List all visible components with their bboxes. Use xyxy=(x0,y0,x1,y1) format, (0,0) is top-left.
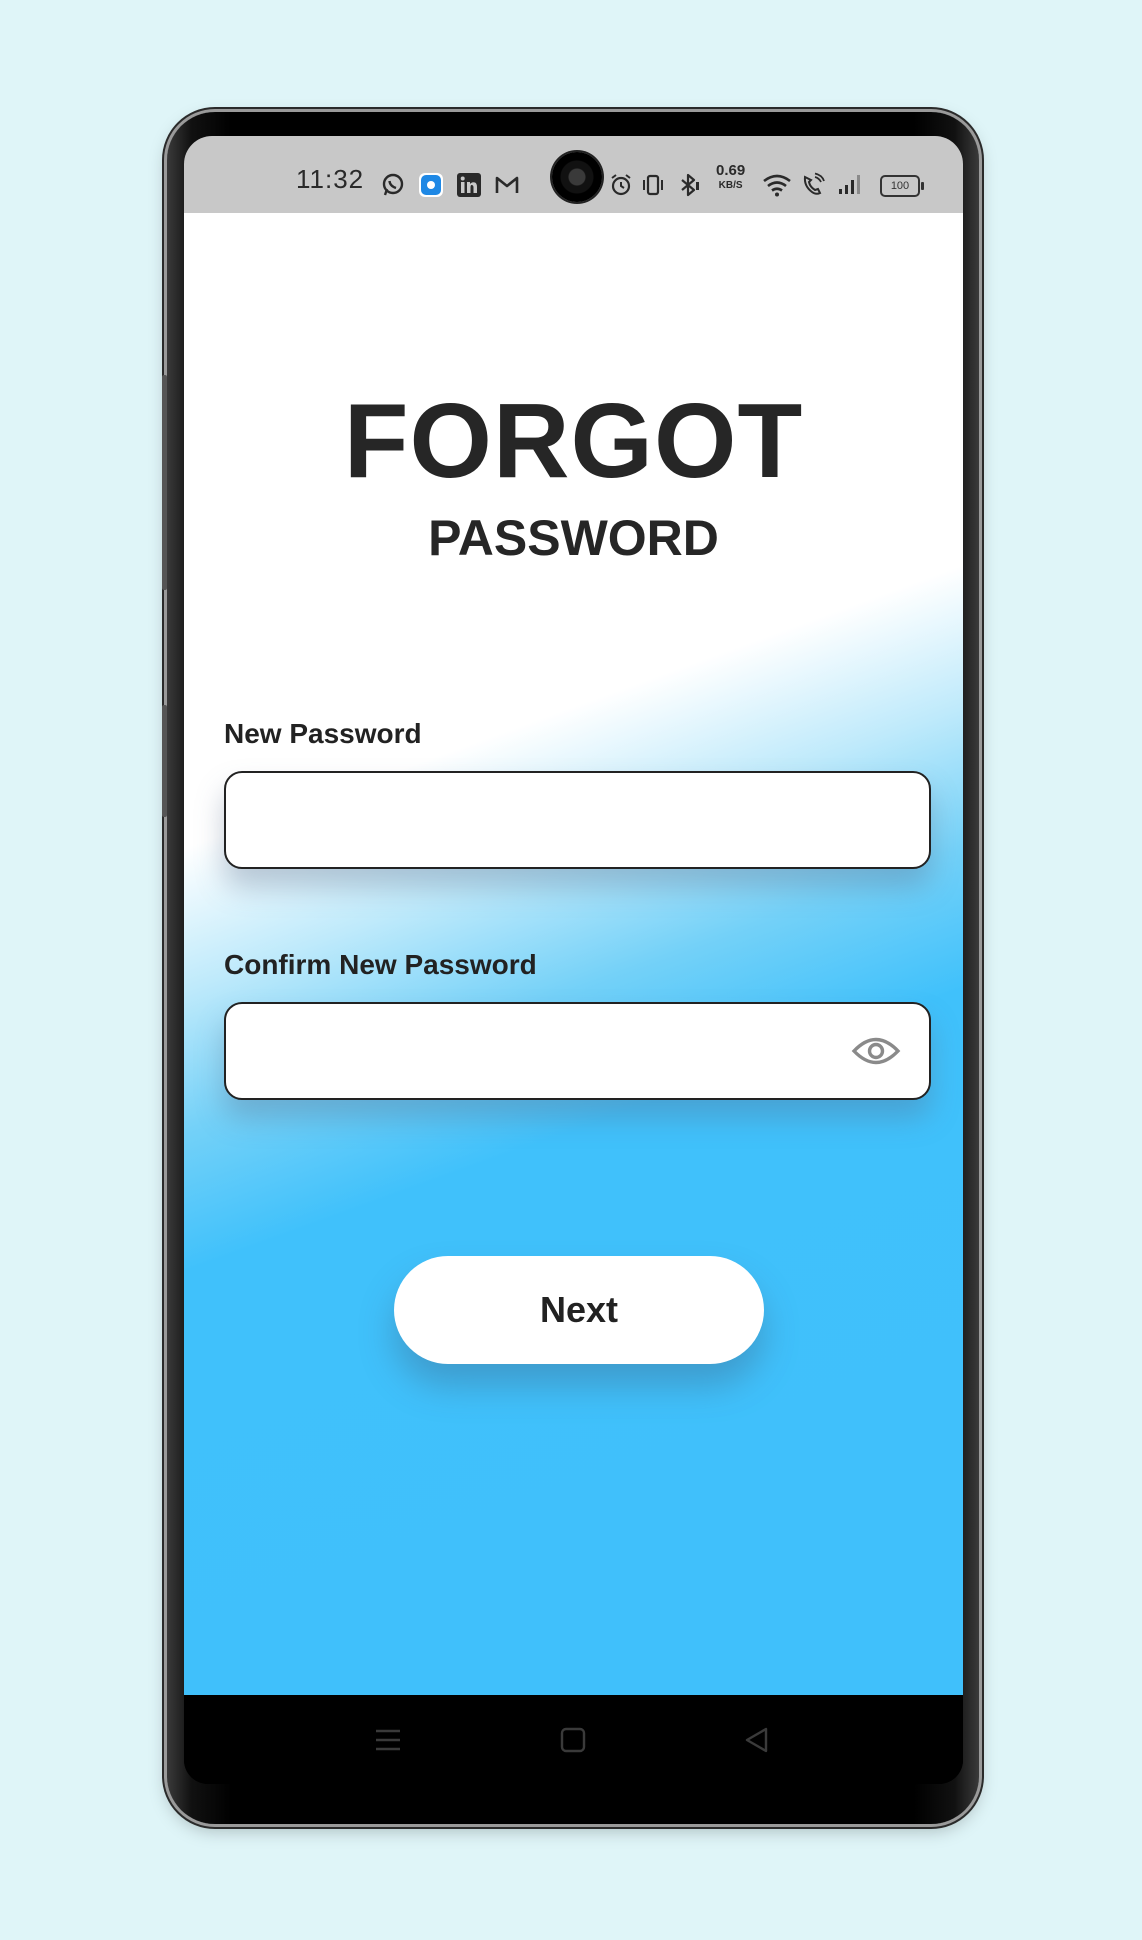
phone-side-button xyxy=(162,705,167,817)
page-title: FORGOT xyxy=(343,382,804,500)
new-password-field-container xyxy=(224,771,931,869)
eye-icon[interactable] xyxy=(851,1034,901,1068)
phone-side-button xyxy=(162,375,167,590)
new-password-field[interactable] xyxy=(226,773,870,867)
next-button[interactable]: Next xyxy=(394,1256,764,1364)
vibrate-icon xyxy=(640,172,666,198)
status-bar: 11:32 0.69 KB/S 100 xyxy=(184,136,963,213)
signal-icon xyxy=(836,172,862,198)
app-notification-icon xyxy=(418,172,444,198)
page-subtitle: PASSWORD xyxy=(428,510,719,566)
volte-call-icon xyxy=(800,172,826,198)
network-speed-unit: KB/S xyxy=(718,180,743,191)
alarm-icon xyxy=(608,172,634,198)
status-time: 11:32 xyxy=(296,164,365,194)
new-password-label: New Password xyxy=(224,718,422,749)
confirm-password-label: Confirm New Password xyxy=(224,949,537,980)
battery-icon: 100 xyxy=(880,175,924,197)
confirm-password-field-container xyxy=(224,1002,931,1100)
forgot-password-screen: FORGOT PASSWORD New Password Confirm New… xyxy=(184,213,963,1695)
system-navigation-bar xyxy=(184,1695,963,1784)
gmail-icon xyxy=(494,172,520,198)
home-icon[interactable] xyxy=(558,1725,588,1755)
confirm-password-field[interactable] xyxy=(226,1004,870,1098)
whatsapp-icon xyxy=(380,172,406,198)
back-icon[interactable] xyxy=(742,1725,772,1755)
network-speed: 0.69 KB/S xyxy=(716,163,745,193)
linkedin-icon xyxy=(456,172,482,198)
network-speed-value: 0.69 xyxy=(716,162,746,179)
bluetooth-icon xyxy=(676,172,702,198)
front-camera xyxy=(552,152,602,202)
menu-icon[interactable] xyxy=(373,1725,403,1755)
phone-screen: 11:32 0.69 KB/S 100 FORGOT PASSWORD New … xyxy=(184,136,963,1784)
wifi-icon xyxy=(762,172,792,198)
